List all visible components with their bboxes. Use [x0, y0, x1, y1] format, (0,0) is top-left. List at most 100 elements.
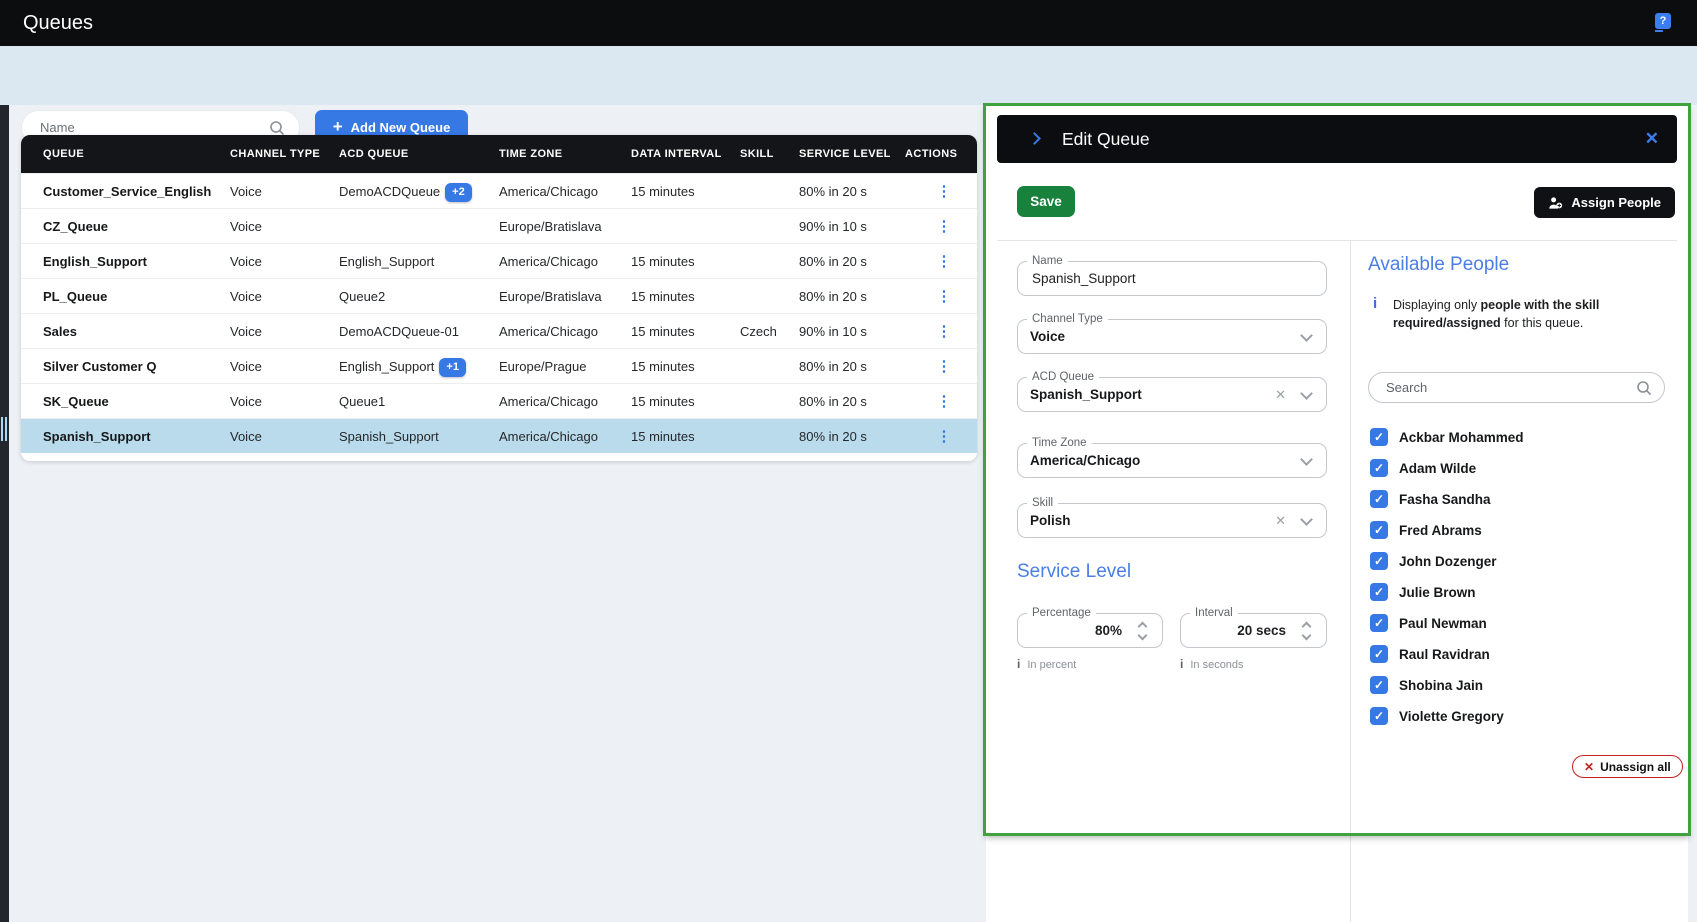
acd-count-badge[interactable]: +1 — [439, 358, 466, 377]
table-row[interactable]: PL_QueueVoiceQueue2Europe/Bratislava15 m… — [21, 278, 977, 313]
collapse-chevron-icon[interactable] — [1028, 132, 1041, 145]
name-input[interactable] — [1030, 262, 1300, 295]
column-header: ACD QUEUE — [339, 135, 409, 173]
time-zone-select[interactable]: Time Zone America/Chicago — [1017, 443, 1327, 478]
unassign-all-label: Unassign all — [1600, 760, 1671, 774]
row-actions-button[interactable]: ⋮ — [934, 384, 954, 419]
cell-service-level: 80% in 20 s — [799, 174, 867, 209]
person-row[interactable]: ✓ Violette Gregory — [1370, 707, 1670, 725]
cell-acd-queue: Queue1 — [339, 384, 385, 419]
cell-time-zone: Europe/Bratislava — [499, 209, 602, 244]
skill-value: Polish — [1030, 504, 1071, 537]
person-checkbox[interactable]: ✓ — [1370, 645, 1388, 663]
clear-icon[interactable]: ✕ — [1275, 504, 1286, 537]
row-actions-button[interactable]: ⋮ — [934, 174, 954, 209]
panel-resize-handle[interactable] — [1, 417, 8, 441]
table-row[interactable]: Customer_Service_EnglishVoiceDemoACDQueu… — [21, 173, 977, 208]
person-checkbox[interactable]: ✓ — [1370, 459, 1388, 477]
person-row[interactable]: ✓Adam Wilde — [1370, 459, 1670, 477]
row-actions-button[interactable]: ⋮ — [934, 209, 954, 244]
cell-acd-queue: English_Support — [339, 244, 434, 279]
person-checkbox[interactable]: ✓ — [1370, 521, 1388, 539]
cell-data-interval: 15 minutes — [631, 244, 695, 279]
cell-queue: English_Support — [43, 244, 147, 279]
close-icon[interactable]: ✕ — [1645, 115, 1659, 163]
help-icon[interactable]: ? — [1655, 13, 1671, 29]
person-name: Raul Ravidran — [1399, 647, 1490, 662]
column-header: ACTIONS — [905, 135, 957, 173]
unassign-all-button[interactable]: ✕ Unassign all — [1572, 755, 1683, 778]
row-actions-button[interactable]: ⋮ — [934, 419, 954, 454]
person-row[interactable]: ✓Shobina Jain — [1370, 676, 1670, 694]
channel-type-value: Voice — [1030, 320, 1065, 353]
person-checkbox[interactable]: ✓ — [1370, 707, 1388, 725]
person-checkbox[interactable]: ✓ — [1370, 552, 1388, 570]
cell-queue: SK_Queue — [43, 384, 109, 419]
queue-table-body: Customer_Service_EnglishVoiceDemoACDQueu… — [21, 173, 977, 453]
acd-queue-select[interactable]: ACD Queue Spanish_Support ✕ — [1017, 377, 1327, 412]
save-button[interactable]: Save — [1017, 186, 1075, 217]
cell-channel-type: Voice — [230, 384, 262, 419]
person-name: Violette Gregory — [1399, 709, 1504, 724]
person-checkbox[interactable]: ✓ — [1370, 490, 1388, 508]
person-row[interactable]: ✓ Raul Ravidran — [1370, 645, 1670, 663]
chevron-down-icon[interactable] — [1300, 329, 1313, 342]
row-actions-button[interactable]: ⋮ — [934, 314, 954, 349]
chevron-down-icon[interactable] — [1300, 387, 1313, 400]
column-header: TIME ZONE — [499, 135, 563, 173]
table-row[interactable]: SalesVoiceDemoACDQueue-01America/Chicago… — [21, 313, 977, 348]
table-footer-strip — [21, 453, 977, 461]
cell-data-interval: 15 minutes — [631, 314, 695, 349]
row-actions-button[interactable]: ⋮ — [934, 279, 954, 314]
stepper-arrows-icon[interactable] — [1302, 620, 1314, 642]
queues-page: Queues ? + Add New Queue Filters QUEUECH… — [0, 0, 1697, 922]
app-header: Queues ? — [0, 0, 1697, 46]
person-row[interactable]: ✓Fred Abrams — [1370, 521, 1670, 539]
panel-title: Edit Queue — [1062, 115, 1150, 163]
cell-acd-queue: Queue2 — [339, 279, 385, 314]
chevron-down-icon[interactable] — [1300, 453, 1313, 466]
column-header: SERVICE LEVEL — [799, 135, 891, 173]
clear-icon[interactable]: ✕ — [1275, 378, 1286, 411]
channel-type-select[interactable]: Channel Type Voice — [1017, 319, 1327, 354]
person-row[interactable]: ✓ Ackbar Mohammed — [1370, 428, 1670, 446]
cell-service-level: 80% in 20 s — [799, 419, 867, 454]
assign-people-label: Assign People — [1571, 195, 1661, 210]
page-title: Queues — [23, 0, 93, 46]
table-header-row: QUEUECHANNEL TYPEACD QUEUETIME ZONEDATA … — [21, 135, 977, 173]
assign-people-button[interactable]: Assign People — [1534, 187, 1675, 218]
cell-data-interval: 15 minutes — [631, 419, 695, 454]
cell-queue: Spanish_Support — [43, 419, 151, 454]
cell-channel-type: Voice — [230, 279, 262, 314]
person-row[interactable]: ✓Paul Newman — [1370, 614, 1670, 632]
people-search-input[interactable] — [1384, 373, 1624, 402]
cell-time-zone: America/Chicago — [499, 174, 598, 209]
info-icon: i — [1180, 657, 1183, 671]
interval-value[interactable]: 20 secs — [1237, 614, 1286, 647]
row-actions-button[interactable]: ⋮ — [934, 349, 954, 384]
acd-count-badge[interactable]: +2 — [445, 183, 472, 202]
stepper-arrows-icon[interactable] — [1138, 620, 1150, 642]
table-row[interactable]: Spanish_SupportVoiceSpanish_SupportAmeri… — [21, 418, 977, 453]
person-name: Ackbar Mohammed — [1399, 430, 1524, 445]
person-row[interactable]: ✓Fasha Sandha — [1370, 490, 1670, 508]
table-row[interactable]: SK_QueueVoiceQueue1America/Chicago15 min… — [21, 383, 977, 418]
table-row[interactable]: Silver Customer QVoiceEnglish_Support+1E… — [21, 348, 977, 383]
chevron-down-icon[interactable] — [1300, 513, 1313, 526]
person-row[interactable]: ✓John Dozenger — [1370, 552, 1670, 570]
person-checkbox[interactable]: ✓ — [1370, 428, 1388, 446]
skill-select[interactable]: Skill Polish ✕ — [1017, 503, 1327, 538]
cell-service-level: 80% in 20 s — [799, 279, 867, 314]
cell-data-interval: 15 minutes — [631, 384, 695, 419]
seconds-hint: iIn seconds — [1180, 657, 1244, 671]
row-actions-button[interactable]: ⋮ — [934, 244, 954, 279]
person-checkbox[interactable]: ✓ — [1370, 583, 1388, 601]
person-checkbox[interactable]: ✓ — [1370, 676, 1388, 694]
percentage-value[interactable]: 80% — [1095, 614, 1122, 647]
table-row[interactable]: English_SupportVoiceEnglish_SupportAmeri… — [21, 243, 977, 278]
person-checkbox[interactable]: ✓ — [1370, 614, 1388, 632]
person-row[interactable]: ✓Julie Brown — [1370, 583, 1670, 601]
cell-channel-type: Voice — [230, 174, 262, 209]
table-row[interactable]: CZ_QueueVoiceEurope/Bratislava90% in 10 … — [21, 208, 977, 243]
edit-queue-panel: Edit Queue ✕ Save Assign People Name Cha… — [986, 106, 1688, 922]
